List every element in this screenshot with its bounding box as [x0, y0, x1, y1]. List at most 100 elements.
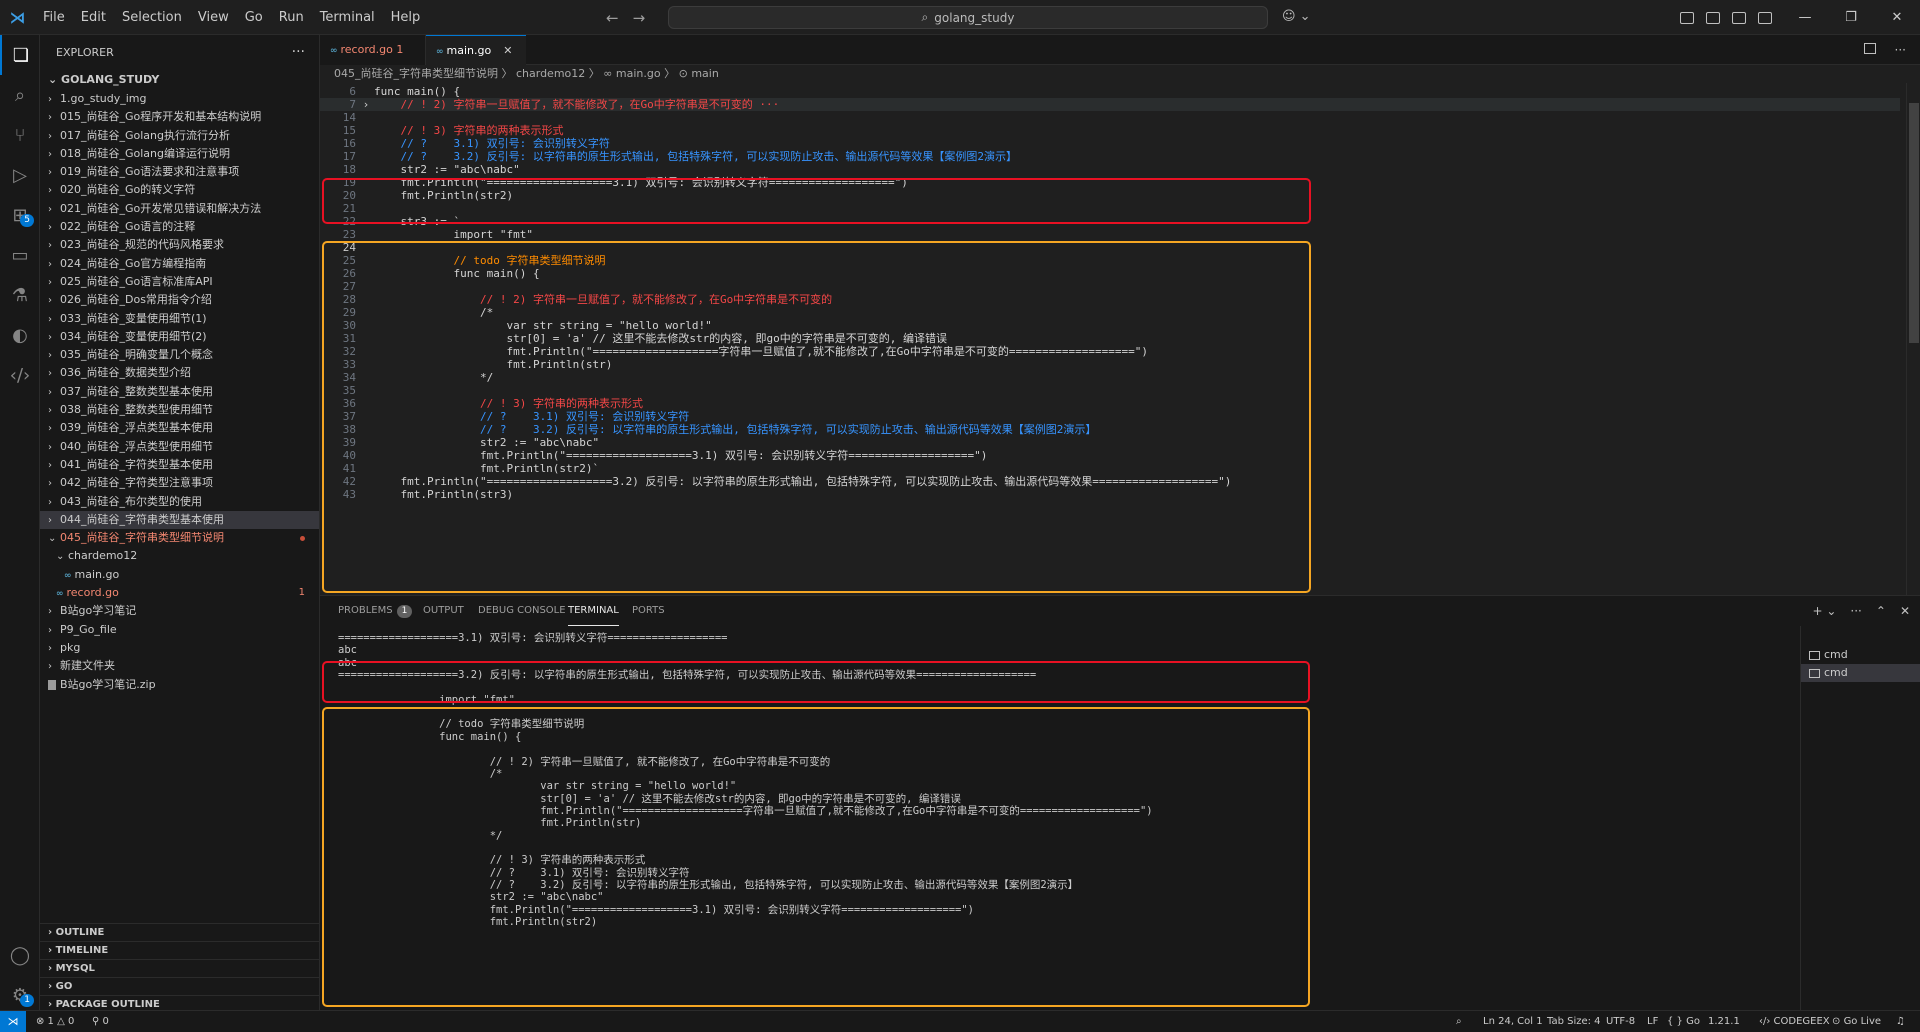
maximize-panel-icon[interactable]: ⌃	[1876, 596, 1886, 626]
code-line[interactable]: 18 str2 := "abc\nabc"	[320, 163, 1900, 176]
panel-tab-terminal[interactable]: TERMINAL	[568, 596, 619, 626]
section-mysql[interactable]: › MYSQL	[40, 959, 320, 977]
notifications-bell-icon[interactable]: ♫	[1896, 1011, 1905, 1032]
terminal-output[interactable]: ===================3.1) 双引号: 会识别转义字符====…	[320, 626, 1790, 1011]
toggle-panel-icon[interactable]	[1732, 11, 1746, 24]
remote-explorer-icon[interactable]: ▭	[0, 235, 40, 275]
eol[interactable]: LF	[1647, 1011, 1658, 1032]
tree-item[interactable]: › 034_尚硅谷_变量使用细节(2)	[40, 328, 319, 346]
tree-item[interactable]: › 033_尚硅谷_变量使用细节(1)	[40, 310, 319, 328]
more-actions-icon[interactable]: ···	[292, 35, 305, 70]
run-debug-icon[interactable]: ▷	[0, 155, 40, 195]
explorer-icon[interactable]: ❏	[0, 35, 40, 75]
tree-item[interactable]: › 043_尚硅谷_布尔类型的使用	[40, 493, 319, 511]
close-window-icon[interactable]: ✕	[1874, 0, 1920, 35]
tree-item[interactable]: ∞ main.go	[40, 566, 319, 584]
tree-item[interactable]: › 022_尚硅谷_Go语言的注释	[40, 218, 319, 236]
panel-tab-debug-console[interactable]: DEBUG CONSOLE	[478, 596, 566, 626]
new-terminal-icon[interactable]: + ⌄	[1812, 596, 1836, 626]
panel-more-icon[interactable]: ···	[1850, 596, 1861, 626]
codegeex-status[interactable]: ‹/› CODEGEEX	[1759, 1011, 1830, 1032]
tree-item[interactable]: › 040_尚硅谷_浮点类型使用细节	[40, 438, 319, 456]
menu-terminal[interactable]: Terminal	[312, 0, 383, 35]
menu-help[interactable]: Help	[383, 0, 429, 35]
language-mode[interactable]: { } Go	[1667, 1011, 1700, 1032]
menu-view[interactable]: View	[190, 0, 237, 35]
tree-item[interactable]: › pkg	[40, 639, 319, 657]
go-version[interactable]: 1.21.1	[1708, 1011, 1740, 1032]
tree-item[interactable]: › B站go学习笔记	[40, 602, 319, 620]
forward-arrow-icon[interactable]: →	[633, 9, 646, 27]
editor-more-icon[interactable]: ···	[1895, 35, 1906, 65]
terminal-item-cmd-2[interactable]: cmd	[1801, 664, 1920, 682]
tab-record-go[interactable]: ∞ record.go 1	[320, 35, 426, 65]
tree-item[interactable]: › 新建文件夹	[40, 657, 319, 675]
accounts-icon[interactable]: ◯	[0, 935, 40, 975]
copilot-icon[interactable]: ☺ ⌄	[1282, 9, 1311, 24]
code-line[interactable]: 17 // ? 3.2) 反引号: 以字符串的原生形式输出, 包括特殊字符, 可…	[320, 150, 1900, 163]
cursor-position[interactable]: Ln 24, Col 1	[1483, 1011, 1543, 1032]
problems-status[interactable]: ⊗ 1 △ 0	[36, 1011, 74, 1032]
back-arrow-icon[interactable]: ←	[606, 9, 619, 27]
breadcrumb[interactable]: 045_尚硅谷_字符串类型细节说明 〉 chardemo12 〉 ∞ main.…	[320, 65, 1920, 83]
code-line[interactable]: 6 func main() {	[320, 85, 1900, 98]
zoom-icon[interactable]: ⌕	[1456, 1011, 1462, 1032]
close-panel-icon[interactable]: ✕	[1900, 596, 1910, 626]
minimize-icon[interactable]: —	[1782, 0, 1828, 35]
tree-item[interactable]: › 019_尚硅谷_Go语法要求和注意事项	[40, 163, 319, 181]
go-live-status[interactable]: ⊙ Go Live	[1832, 1011, 1881, 1032]
section-go[interactable]: › GO	[40, 977, 320, 995]
tab-main-go[interactable]: ∞ main.go ✕	[426, 35, 526, 65]
tree-item[interactable]: B站go学习笔记.zip	[40, 676, 319, 694]
menu-run[interactable]: Run	[271, 0, 312, 35]
menu-go[interactable]: Go	[237, 0, 271, 35]
panel-tab-ports[interactable]: PORTS	[632, 596, 665, 626]
restore-icon[interactable]: ❐	[1828, 0, 1874, 35]
tree-item[interactable]: › P9_Go_file	[40, 621, 319, 639]
menu-selection[interactable]: Selection	[114, 0, 190, 35]
tab-size[interactable]: Tab Size: 4	[1547, 1011, 1601, 1032]
panel-tab-output[interactable]: OUTPUT	[423, 596, 464, 626]
tree-item[interactable]: › 020_尚硅谷_Go的转义字符	[40, 181, 319, 199]
code-line[interactable]: 14	[320, 111, 1900, 124]
terminal-item-cmd-1[interactable]: cmd	[1801, 646, 1920, 664]
code-line[interactable]: 16 // ? 3.1) 双引号: 会识别转义字符	[320, 137, 1900, 150]
source-control-icon[interactable]: ⑂	[0, 115, 40, 155]
toggle-sidebar-icon[interactable]	[1706, 11, 1720, 24]
tree-item[interactable]: ⌄ chardemo12	[40, 547, 319, 565]
codegeex-icon[interactable]: ‹/›	[0, 355, 40, 395]
tree-item[interactable]: › 024_尚硅谷_Go官方编程指南	[40, 255, 319, 273]
tree-item[interactable]: › 036_尚硅谷_数据类型介绍	[40, 364, 319, 382]
toggle-secondary-sidebar-icon[interactable]	[1758, 11, 1772, 24]
terminal-scrollbar[interactable]	[1790, 626, 1800, 1011]
tree-item[interactable]: › 041_尚硅谷_字符类型基本使用	[40, 456, 319, 474]
menu-edit[interactable]: Edit	[73, 0, 114, 35]
tree-item[interactable]: ∞ record.go 1	[40, 584, 319, 602]
close-tab-icon[interactable]: ✕	[503, 44, 512, 57]
editor-scrollbar[interactable]	[1906, 83, 1920, 595]
ports-status[interactable]: ⚲ 0	[92, 1011, 109, 1032]
tree-item[interactable]: › 035_尚硅谷_明确变量几个概念	[40, 346, 319, 364]
tree-item[interactable]: › 017_尚硅谷_Golang执行流行分析	[40, 127, 319, 145]
python-icon[interactable]: ◐	[0, 315, 40, 355]
code-line[interactable]: 15 // ! 3) 字符串的两种表示形式	[320, 124, 1900, 137]
editor-scroll-thumb[interactable]	[1909, 103, 1919, 343]
tree-item[interactable]: › 044_尚硅谷_字符串类型基本使用	[40, 510, 319, 530]
code-editor[interactable]: 6 func main() {7 › // ! 2) 字符串一旦赋值了，就不能修改…	[320, 83, 1920, 595]
tree-item[interactable]: › 025_尚硅谷_Go语言标准库API	[40, 273, 319, 291]
testing-icon[interactable]: ⚗	[0, 275, 40, 315]
code-line[interactable]: 23 import "fmt"	[320, 228, 1900, 241]
search-view-icon[interactable]: ⌕	[0, 75, 40, 115]
panel-tab-problems[interactable]: PROBLEMS 1	[338, 596, 413, 626]
tree-item[interactable]: › 042_尚硅谷_字符类型注意事项	[40, 474, 319, 492]
code-line[interactable]: 7 › // ! 2) 字符串一旦赋值了，就不能修改了，在Go中字符串是不可变的…	[320, 98, 1900, 111]
manage-gear-icon[interactable]: ⚙ 1	[0, 975, 40, 1015]
encoding[interactable]: UTF-8	[1606, 1011, 1635, 1032]
section-timeline[interactable]: › TIMELINE	[40, 941, 320, 959]
section-outline[interactable]: › OUTLINE	[40, 923, 320, 941]
tree-item[interactable]: › 026_尚硅谷_Dos常用指令介绍	[40, 291, 319, 309]
tree-item[interactable]: › 038_尚硅谷_整数类型使用细节	[40, 401, 319, 419]
tree-item[interactable]: › 018_尚硅谷_Golang编译运行说明	[40, 145, 319, 163]
project-root[interactable]: ⌄ GOLANG_STUDY	[40, 70, 319, 90]
split-editor-icon[interactable]	[1864, 43, 1876, 54]
